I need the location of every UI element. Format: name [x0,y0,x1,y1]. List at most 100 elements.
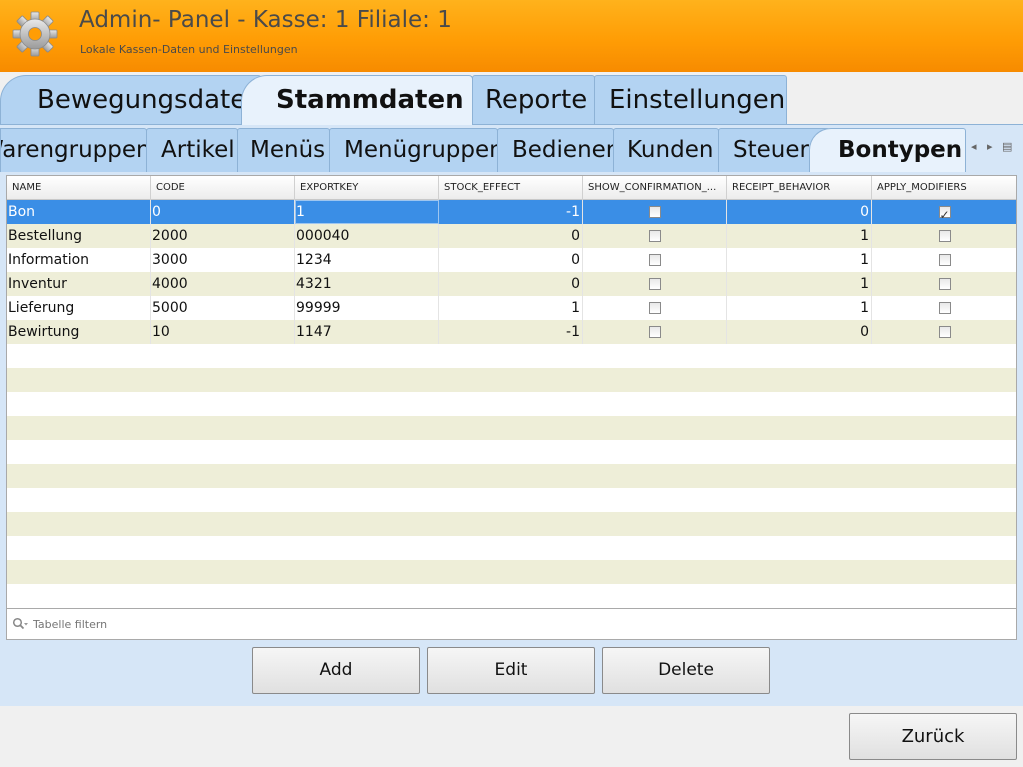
checkbox-unchecked[interactable] [648,278,661,290]
cell-receipt-behavior[interactable]: 0 [727,200,872,224]
back-button[interactable]: Zurück [849,713,1017,760]
cell-receipt-behavior[interactable]: 1 [727,248,872,272]
cell-name[interactable]: Bewirtung [7,320,151,344]
cell-code[interactable]: 4000 [151,272,295,296]
table-row[interactable]: Lieferung 5000 99999 1 1 [7,296,1016,320]
cell-receipt-behavior[interactable]: 1 [727,272,872,296]
bontypen-table[interactable]: NAME CODE EXPORTKEY STOCK_EFFECT SHOW_CO… [6,175,1017,609]
tab-bewegungsdaten[interactable]: Bewegungsdaten [0,75,262,125]
tab-label: Menüs [250,137,326,163]
column-header-exportkey[interactable]: EXPORTKEY [295,176,439,200]
cell-stock-effect[interactable]: 1 [439,296,583,320]
cell-stock-effect[interactable]: 0 [439,272,583,296]
cell-code[interactable]: 3000 [151,248,295,272]
cell-show-confirmation[interactable] [583,200,727,224]
cell-stock-effect[interactable]: 0 [439,224,583,248]
cell-code[interactable]: 5000 [151,296,295,320]
cell-show-confirmation[interactable] [583,224,727,248]
add-button[interactable]: Add [252,647,420,694]
checkbox-unchecked[interactable] [938,230,951,242]
cell-apply-modifiers[interactable] [872,248,1016,272]
cell-name[interactable]: Inventur [7,272,151,296]
app-header: Admin- Panel - Kasse: 1 Filiale: 1 Lokal… [0,0,1023,72]
checkbox-unchecked[interactable] [648,230,661,242]
search-icon[interactable] [12,617,28,631]
tab-scroll-right-icon[interactable]: ▸ [987,140,993,153]
tab-stammdaten[interactable]: Stammdaten [241,75,473,125]
cell-receipt-behavior[interactable]: 1 [727,224,872,248]
cell-name[interactable]: Lieferung [7,296,151,320]
table-filter-input[interactable] [33,615,633,633]
checkbox-unchecked[interactable] [938,326,951,338]
table-row-empty [7,368,1016,392]
cell-exportkey[interactable]: 1147 [295,320,439,344]
cell-apply-modifiers[interactable] [872,272,1016,296]
cell-code[interactable]: 0 [151,200,295,224]
cell-show-confirmation[interactable] [583,272,727,296]
tab-warengruppen[interactable]: Warengruppen [0,128,147,172]
cell-code[interactable]: 10 [151,320,295,344]
table-row-empty [7,440,1016,464]
table-row[interactable]: Bon 0 1 -1 0 [7,200,1016,224]
cell-exportkey[interactable]: 1234 [295,248,439,272]
tab-menues[interactable]: Menüs [237,128,330,172]
checkbox-unchecked[interactable] [648,206,661,218]
checkbox-unchecked[interactable] [648,302,661,314]
cell-apply-modifiers[interactable] [872,320,1016,344]
tab-label: Bewegungsdaten [37,85,262,115]
cell-stock-effect[interactable]: -1 [439,200,583,224]
tab-list-menu-icon[interactable]: ▤ [1002,140,1012,153]
cell-show-confirmation[interactable] [583,248,727,272]
column-header-name[interactable]: NAME [7,176,151,200]
cell-stock-effect[interactable]: -1 [439,320,583,344]
tab-label: Bediener [512,137,614,163]
cell-receipt-behavior[interactable]: 1 [727,296,872,320]
cell-exportkey[interactable]: 1 [295,200,439,224]
tab-scroll-left-icon[interactable]: ◂ [971,140,977,153]
cell-apply-modifiers[interactable] [872,200,1016,224]
cell-exportkey[interactable]: 000040 [295,224,439,248]
cell-name[interactable]: Bestellung [7,224,151,248]
tab-bontypen[interactable]: Bontypen [809,128,966,172]
column-header-apply-modifiers[interactable]: APPLY_MODIFIERS [872,176,1016,200]
cell-name[interactable]: Information [7,248,151,272]
cell-apply-modifiers[interactable] [872,224,1016,248]
cell-code[interactable]: 2000 [151,224,295,248]
table-row[interactable]: Inventur 4000 4321 0 1 [7,272,1016,296]
cell-exportkey[interactable]: 99999 [295,296,439,320]
tab-label: Artikel [161,137,235,163]
tab-artikel[interactable]: Artikel [146,128,238,172]
checkbox-unchecked[interactable] [938,278,951,290]
checkbox-checked[interactable] [938,203,951,224]
table-row-empty [7,344,1016,368]
cell-exportkey[interactable]: 4321 [295,272,439,296]
column-header-show-confirmation[interactable]: SHOW_CONFIRMATION_... [583,176,727,200]
table-row[interactable]: Information 3000 1234 0 1 [7,248,1016,272]
table-header: NAME CODE EXPORTKEY STOCK_EFFECT SHOW_CO… [7,176,1016,200]
cell-receipt-behavior[interactable]: 0 [727,320,872,344]
table-row[interactable]: Bewirtung 10 1147 -1 0 [7,320,1016,344]
tab-kunden[interactable]: Kunden [613,128,719,172]
column-header-stock-effect[interactable]: STOCK_EFFECT [439,176,583,200]
tab-menuegruppen[interactable]: Menügruppen [329,128,498,172]
edit-button[interactable]: Edit [427,647,595,694]
tab-label: Bontypen [838,137,963,163]
delete-button[interactable]: Delete [602,647,770,694]
cell-show-confirmation[interactable] [583,296,727,320]
table-row-empty [7,416,1016,440]
cell-stock-effect[interactable]: 0 [439,248,583,272]
cell-show-confirmation[interactable] [583,320,727,344]
tab-einstellungen[interactable]: Einstellungen [594,75,787,125]
cell-name[interactable]: Bon [7,200,151,224]
checkbox-unchecked[interactable] [648,326,661,338]
tab-bediener[interactable]: Bediener [497,128,614,172]
checkbox-unchecked[interactable] [938,254,951,266]
column-header-code[interactable]: CODE [151,176,295,200]
cell-apply-modifiers[interactable] [872,296,1016,320]
tab-reporte[interactable]: Reporte [472,75,595,125]
checkbox-unchecked[interactable] [938,302,951,314]
checkbox-unchecked[interactable] [648,254,661,266]
table-row[interactable]: Bestellung 2000 000040 0 1 [7,224,1016,248]
column-header-receipt-behavior[interactable]: RECEIPT_BEHAVIOR [727,176,872,200]
tab-label: Einstellungen [609,85,786,115]
